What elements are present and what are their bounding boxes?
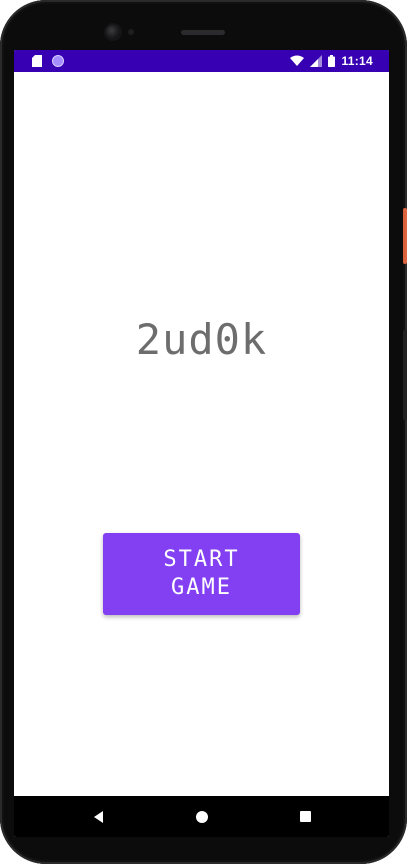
status-bar: 11:14: [14, 50, 389, 72]
home-button[interactable]: [182, 796, 222, 837]
start-game-button[interactable]: START GAME: [103, 533, 300, 615]
bottom-bezel: [0, 837, 407, 864]
notification-circle-icon: [52, 55, 64, 67]
front-camera-icon: [106, 25, 120, 39]
power-button: [403, 208, 407, 264]
earpiece-speaker: [181, 30, 225, 35]
sensor-icon: [128, 29, 134, 35]
start-game-label: START GAME: [163, 547, 240, 600]
wifi-icon: [290, 55, 305, 66]
navigation-bar: [14, 796, 389, 837]
back-button[interactable]: [78, 796, 118, 837]
volume-button: [403, 330, 407, 420]
phone-frame: 11:14 2ud0k START GAME: [0, 0, 407, 864]
battery-icon: [328, 55, 336, 67]
top-bezel: [0, 0, 407, 50]
status-time: 11:14: [341, 54, 373, 68]
back-icon: [93, 810, 103, 823]
sd-card-icon: [32, 55, 42, 67]
screen: 11:14 2ud0k START GAME: [14, 50, 389, 837]
app-title: 2ud0k: [135, 315, 268, 364]
home-icon: [196, 810, 208, 823]
cellular-signal-icon: [310, 55, 323, 67]
recents-button[interactable]: [285, 796, 325, 837]
recents-icon: [299, 811, 311, 822]
